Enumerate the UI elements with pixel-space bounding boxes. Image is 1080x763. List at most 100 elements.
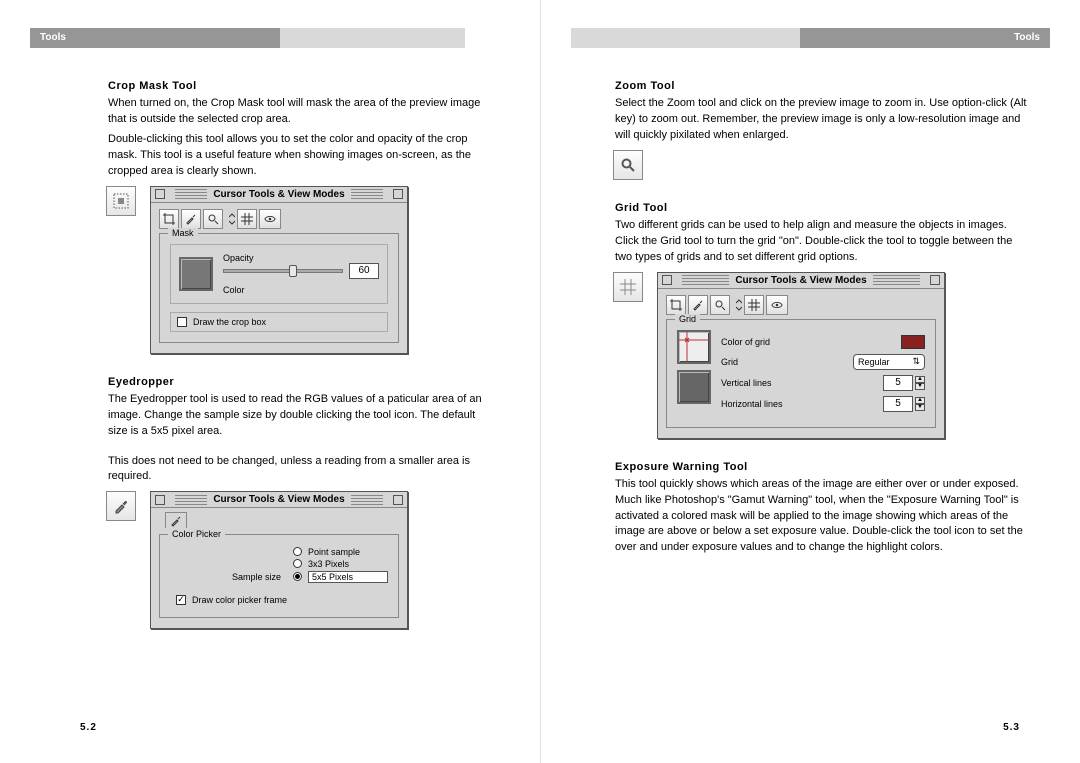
window-titlebar[interactable]: Cursor Tools & View Modes [151, 187, 407, 203]
grid-type-value: Regular [858, 357, 890, 367]
tb-eyedropper-icon[interactable] [688, 295, 708, 315]
eyedropper-tab-icon[interactable] [165, 512, 187, 528]
zoom-heading: Zoom Tool [615, 80, 1030, 92]
vlines-label: Vertical lines [721, 378, 811, 388]
crop-mask-heading: Crop Mask Tool [108, 80, 490, 92]
tb-grid-icon[interactable] [744, 295, 764, 315]
radio-5x5[interactable] [293, 572, 302, 581]
grid-group: Grid [666, 319, 936, 428]
close-icon[interactable] [155, 189, 165, 199]
section-grid: Grid Tool Two different grids can be use… [615, 202, 1030, 439]
window-titlebar[interactable]: Cursor Tools & View Modes [151, 492, 407, 508]
grid-window: Cursor Tools & View Modes [657, 272, 945, 439]
opacity-label: Opacity [223, 253, 379, 263]
spin-down-icon[interactable]: ▼ [915, 404, 925, 411]
eyedropper-heading: Eyedropper [108, 376, 490, 388]
tb-crop-icon[interactable] [666, 295, 686, 315]
spin-up-icon[interactable]: ▲ [915, 397, 925, 404]
checkbox-icon[interactable] [177, 317, 187, 327]
draw-frame-label: Draw color picker frame [192, 595, 287, 605]
hlines-label: Horizontal lines [721, 399, 811, 409]
spin-up-icon[interactable]: ▲ [915, 376, 925, 383]
mask-group: Mask Opacity 60 Co [159, 233, 399, 343]
eyedropper-icon [113, 498, 129, 514]
eyedropper-p2: This does not need to be changed, unless… [108, 454, 490, 486]
crop-mask-p2: Double-clicking this tool allows you to … [108, 132, 490, 180]
select-arrows-icon: ⇅ [912, 356, 920, 367]
magnifier-icon [620, 157, 636, 173]
window-toolbar [159, 209, 399, 229]
option-point-sample: Point sample [308, 547, 388, 557]
window-titlebar[interactable]: Cursor Tools & View Modes [658, 273, 944, 289]
radio-point-sample[interactable] [293, 547, 302, 556]
checkbox-icon[interactable]: ✓ [176, 595, 186, 605]
tb-grid-icon[interactable] [237, 209, 257, 229]
opacity-slider[interactable] [223, 269, 343, 273]
color-picker-group-label: Color Picker [168, 529, 225, 539]
exposure-p1: This tool quickly shows which areas of t… [615, 477, 1030, 557]
crop-mask-p1: When turned on, the Crop Mask tool will … [108, 96, 490, 128]
page-number-left: 5.2 [80, 722, 97, 733]
tb-crop-icon[interactable] [159, 209, 179, 229]
draw-cropbox-row[interactable]: Draw the crop box [170, 312, 388, 332]
exposure-heading: Exposure Warning Tool [615, 461, 1030, 473]
section-crop-mask: Crop Mask Tool When turned on, the Crop … [108, 80, 490, 354]
slider-thumb[interactable] [289, 265, 297, 277]
collapse-icon[interactable] [930, 275, 940, 285]
draw-cropbox-label: Draw the crop box [193, 317, 266, 327]
color-picker-group: Color Picker Point sample [159, 534, 399, 618]
eyedropper-icon [170, 515, 182, 527]
grid-icon [620, 279, 636, 295]
color-of-grid-label: Color of grid [721, 337, 811, 347]
hlines-value[interactable]: 5 [883, 396, 913, 412]
tb-arrows-icon [736, 299, 742, 311]
grid-heading: Grid Tool [615, 202, 1030, 214]
grid-preview-alt[interactable] [677, 370, 711, 404]
crop-mask-icon [113, 193, 129, 209]
page-number-right: 5.3 [1003, 722, 1020, 733]
collapse-icon[interactable] [393, 189, 403, 199]
radio-3x3[interactable] [293, 559, 302, 568]
header-label-left: Tools [40, 32, 66, 43]
option-5x5: 5x5 Pixels [308, 571, 388, 583]
tb-zoom-icon[interactable] [710, 295, 730, 315]
grid-type-label: Grid [721, 357, 811, 367]
grid-group-label: Grid [675, 314, 700, 324]
grid-p1: Two different grids can be used to help … [615, 218, 1030, 266]
section-zoom: Zoom Tool Select the Zoom tool and click… [615, 80, 1030, 180]
header-bar-left: Tools [0, 28, 540, 48]
tb-arrows-icon [229, 213, 235, 225]
mask-color-swatch[interactable] [179, 257, 213, 291]
grid-color-chip[interactable] [901, 335, 925, 349]
mask-group-label: Mask [168, 228, 198, 238]
crop-mask-tool-icon[interactable] [106, 186, 136, 216]
tb-exposure-icon[interactable] [766, 295, 788, 315]
section-eyedropper: Eyedropper The Eyedropper tool is used t… [108, 376, 490, 629]
eyedropper-p1: The Eyedropper tool is used to read the … [108, 392, 490, 440]
color-label: Color [223, 285, 379, 295]
zoom-tool-icon[interactable] [613, 150, 643, 180]
grid-tool-icon[interactable] [613, 272, 643, 302]
header-label-right: Tools [1014, 32, 1040, 43]
section-exposure: Exposure Warning Tool This tool quickly … [615, 461, 1030, 557]
sample-size-label: Sample size [207, 572, 287, 582]
header-bar-right: Tools [541, 28, 1080, 48]
grid-preview-regular[interactable] [677, 330, 711, 364]
tb-exposure-icon[interactable] [259, 209, 281, 229]
tb-zoom-icon[interactable] [203, 209, 223, 229]
draw-frame-row[interactable]: ✓ Draw color picker frame [170, 593, 388, 607]
opacity-value[interactable]: 60 [349, 263, 379, 279]
window-toolbar [666, 295, 936, 315]
crop-mask-window: Cursor Tools & View Modes [150, 186, 408, 354]
eyedropper-tool-icon[interactable] [106, 491, 136, 521]
close-icon[interactable] [155, 495, 165, 505]
spin-down-icon[interactable]: ▼ [915, 383, 925, 390]
option-3x3: 3x3 Pixels [308, 559, 388, 569]
zoom-p1: Select the Zoom tool and click on the pr… [615, 96, 1030, 144]
collapse-icon[interactable] [393, 495, 403, 505]
color-picker-window: Cursor Tools & View Modes Color Picker [150, 491, 408, 629]
vlines-value[interactable]: 5 [883, 375, 913, 391]
tb-eyedropper-icon[interactable] [181, 209, 201, 229]
grid-type-select[interactable]: Regular ⇅ [853, 354, 925, 370]
close-icon[interactable] [662, 275, 672, 285]
